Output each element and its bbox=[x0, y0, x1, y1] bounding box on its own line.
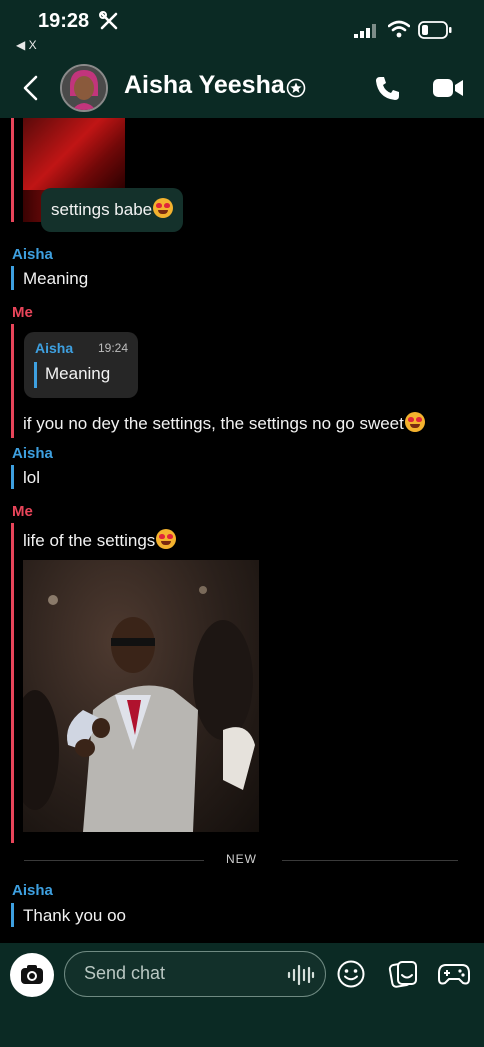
heart-eyes-emoji-icon bbox=[404, 412, 425, 432]
wifi-icon bbox=[388, 20, 410, 38]
chat-input[interactable]: Send chat bbox=[64, 951, 326, 997]
heart-eyes-emoji-icon bbox=[153, 198, 174, 218]
sender-label: Aisha bbox=[12, 882, 53, 899]
snap-caption-text: settings babe bbox=[51, 200, 153, 219]
avatar[interactable] bbox=[60, 64, 108, 112]
phone-icon[interactable] bbox=[374, 74, 402, 102]
snap-image[interactable] bbox=[23, 118, 125, 190]
voice-waveform-icon[interactable] bbox=[287, 964, 315, 986]
message-text-content: life of the settings bbox=[23, 531, 156, 550]
message-text[interactable]: life of the settings bbox=[23, 529, 177, 551]
chat-header: Aisha Yeesha bbox=[0, 58, 484, 118]
heart-eyes-emoji-icon bbox=[156, 529, 177, 549]
message-text[interactable]: Meaning bbox=[23, 269, 88, 289]
quote-bar bbox=[34, 362, 37, 388]
message-text[interactable]: lol bbox=[23, 468, 40, 488]
star-badge-icon bbox=[286, 78, 306, 98]
sender-label: Aisha bbox=[12, 445, 53, 462]
quoted-text: Meaning bbox=[45, 364, 111, 383]
message-bar bbox=[11, 523, 14, 843]
message-bar bbox=[11, 903, 14, 927]
quoted-message[interactable]: Aisha 19:24 Meaning bbox=[24, 332, 138, 398]
sticker-icon[interactable] bbox=[388, 959, 418, 989]
chat-area[interactable]: settings babe Aisha Meaning Me Aisha 19:… bbox=[0, 118, 484, 943]
divider-line-right bbox=[282, 860, 458, 861]
divider-line-left bbox=[24, 860, 204, 861]
bitmoji-avatar-icon bbox=[62, 66, 106, 110]
message-bar bbox=[11, 266, 14, 290]
game-controller-icon[interactable] bbox=[438, 961, 470, 987]
camera-icon bbox=[21, 965, 43, 984]
video-camera-icon[interactable] bbox=[432, 76, 464, 100]
dancing-man-photo bbox=[23, 586, 255, 832]
new-messages-divider: NEW bbox=[226, 852, 257, 866]
cellular-signal-icon bbox=[354, 24, 376, 38]
snap-caption-bubble: settings babe bbox=[41, 188, 184, 232]
status-bar: 19:28 ◀ X bbox=[0, 0, 484, 60]
smiley-icon[interactable] bbox=[336, 959, 366, 989]
wrench-screwdriver-icon bbox=[99, 11, 118, 30]
shared-photo[interactable] bbox=[23, 560, 259, 832]
message-text[interactable]: Thank you oo bbox=[23, 906, 126, 926]
back-to-app[interactable]: ◀ X bbox=[16, 38, 37, 52]
top-bar: 19:28 ◀ X Aisha Yeesha bbox=[0, 0, 484, 118]
chevron-left-icon[interactable] bbox=[18, 74, 44, 102]
message-bar bbox=[11, 465, 14, 489]
quoted-sender: Aisha bbox=[35, 340, 74, 356]
battery-low-icon bbox=[418, 21, 452, 39]
sender-label: Me bbox=[12, 304, 33, 321]
contact-name[interactable]: Aisha Yeesha bbox=[124, 71, 285, 100]
message-text[interactable]: if you no dey the settings, the settings… bbox=[23, 412, 425, 434]
message-bar bbox=[11, 118, 14, 222]
status-time: 19:28 bbox=[38, 10, 90, 32]
camera-button[interactable] bbox=[10, 953, 54, 997]
quoted-time: 19:24 bbox=[98, 341, 129, 355]
message-bar bbox=[11, 324, 14, 438]
message-text-content: if you no dey the settings, the settings… bbox=[23, 414, 404, 433]
sender-label: Aisha bbox=[12, 246, 53, 263]
sender-label: Me bbox=[12, 503, 33, 520]
composer-bar: Send chat bbox=[0, 943, 484, 1047]
chat-input-placeholder: Send chat bbox=[84, 963, 166, 983]
